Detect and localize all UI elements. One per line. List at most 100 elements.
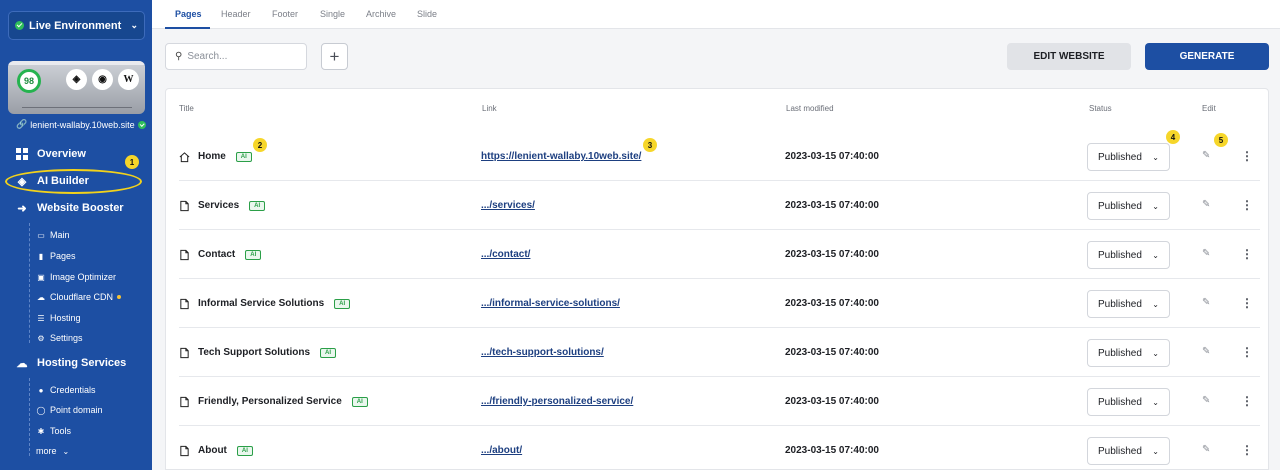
table-row[interactable]: Contact AI .../contact/ 2023-03-15 07:40:… bbox=[179, 230, 1260, 279]
tools-icon: ✱ bbox=[37, 426, 45, 436]
tab-archive[interactable]: Archive bbox=[366, 9, 396, 19]
page-title: Tech Support Solutions bbox=[198, 347, 311, 358]
more-options-icon[interactable]: ⋮ bbox=[1241, 198, 1253, 212]
sidebar-item-overview[interactable]: Overview bbox=[16, 148, 86, 160]
table-row[interactable]: Friendly, Personalized Service AI .../fri… bbox=[179, 377, 1260, 426]
page-title-cell[interactable]: Friendly, Personalized Service AI bbox=[198, 396, 368, 407]
sidebar-subitem-tools[interactable]: ✱ Tools bbox=[36, 426, 71, 436]
edit-icon[interactable]: ✎ bbox=[1202, 297, 1210, 308]
page-icon bbox=[180, 249, 189, 261]
status-dropdown[interactable]: Published ⌄ bbox=[1087, 143, 1170, 171]
sidebar-subitem-label: Tools bbox=[50, 426, 72, 436]
search-icon: ⚲ bbox=[175, 51, 183, 62]
page-link[interactable]: .../contact/ bbox=[481, 249, 530, 260]
column-header-last-modified: Last modified bbox=[786, 104, 834, 113]
page-title-cell[interactable]: Informal Service Solutions AI bbox=[198, 298, 351, 309]
environment-selector[interactable]: Live Environment ⌄ bbox=[8, 11, 145, 40]
page-title-cell[interactable]: Tech Support Solutions AI bbox=[198, 347, 337, 358]
edit-icon[interactable]: ✎ bbox=[1202, 248, 1210, 259]
status-dropdown[interactable]: Published ⌄ bbox=[1087, 241, 1170, 269]
chevron-down-icon: ⌄ bbox=[1152, 152, 1159, 162]
tab-slide[interactable]: Slide bbox=[417, 9, 437, 19]
callout-badge-4: 4 bbox=[1166, 130, 1180, 144]
sidebar-item-website-booster[interactable]: ➜ Website Booster bbox=[16, 202, 123, 215]
sidebar-more-toggle[interactable]: more ⌄ bbox=[36, 446, 69, 456]
tab-footer[interactable]: Footer bbox=[272, 9, 298, 19]
page-title: Informal Service Solutions bbox=[198, 298, 325, 309]
wordpress-icon[interactable]: W bbox=[118, 69, 139, 90]
page-link[interactable]: .../informal-service-solutions/ bbox=[481, 298, 620, 309]
tree-guide bbox=[29, 223, 30, 343]
tab-pages[interactable]: Pages bbox=[175, 9, 202, 19]
tab-header[interactable]: Header bbox=[221, 9, 251, 19]
sidebar-subitem-image-optimizer[interactable]: ▣ Image Optimizer bbox=[36, 272, 116, 282]
status-value: Published bbox=[1098, 151, 1142, 163]
site-domain-link[interactable]: 🔗 lenient-wallaby.10web.site bbox=[16, 119, 146, 130]
status-dropdown[interactable]: Published ⌄ bbox=[1087, 192, 1170, 220]
tab-single[interactable]: Single bbox=[320, 9, 345, 19]
chevron-down-icon: ⌄ bbox=[62, 446, 70, 456]
edit-icon[interactable]: ✎ bbox=[1202, 395, 1210, 406]
column-header-link: Link bbox=[482, 104, 497, 113]
edit-icon[interactable]: ✎ bbox=[1202, 444, 1210, 455]
table-row[interactable]: Informal Service Solutions AI .../informa… bbox=[179, 279, 1260, 328]
layers-icon[interactable]: ◈ bbox=[66, 69, 87, 90]
check-circle-icon bbox=[15, 21, 24, 30]
status-dropdown[interactable]: Published ⌄ bbox=[1087, 437, 1170, 465]
sidebar-subitem-point-domain[interactable]: ◯ Point domain bbox=[36, 405, 103, 415]
search-input[interactable]: ⚲ Search... bbox=[165, 43, 307, 70]
sidebar-subitem-pages[interactable]: ▮ Pages bbox=[36, 251, 76, 261]
sidebar-subitem-cloudflare-cdn[interactable]: ☁ Cloudflare CDN bbox=[36, 292, 122, 302]
tree-guide bbox=[29, 378, 30, 456]
edit-icon[interactable]: ✎ bbox=[1202, 199, 1210, 210]
ai-tag: AI bbox=[334, 298, 351, 309]
main-content: Pages Header Footer Single Archive Slide… bbox=[152, 0, 1280, 470]
edit-website-button[interactable]: EDIT WEBSITE bbox=[1007, 43, 1131, 70]
page-title-cell[interactable]: Home AI bbox=[198, 151, 252, 162]
more-options-icon[interactable]: ⋮ bbox=[1241, 394, 1253, 408]
more-options-icon[interactable]: ⋮ bbox=[1241, 296, 1253, 310]
site-preview[interactable]: 98 ◈ ◉ W bbox=[8, 61, 145, 114]
sidebar-subitem-main[interactable]: ▭ Main bbox=[36, 230, 69, 240]
sidebar-subitem-hosting[interactable]: ☰ Hosting bbox=[36, 313, 80, 323]
status-dropdown[interactable]: Published ⌄ bbox=[1087, 339, 1170, 367]
status-dropdown[interactable]: Published ⌄ bbox=[1087, 290, 1170, 318]
page-link[interactable]: https://lenient-wallaby.10web.site/ bbox=[481, 151, 641, 162]
status-value: Published bbox=[1098, 298, 1142, 310]
server-icon: ☰ bbox=[37, 313, 45, 323]
add-page-button[interactable]: + bbox=[321, 43, 348, 70]
eye-icon[interactable]: ◉ bbox=[92, 69, 113, 90]
cloud-icon: ☁ bbox=[37, 292, 45, 302]
page-title-cell[interactable]: About AI bbox=[198, 445, 253, 456]
sidebar-subitem-label: Settings bbox=[50, 333, 83, 343]
last-modified: 2023-03-15 07:40:00 bbox=[785, 347, 879, 358]
page-link[interactable]: .../services/ bbox=[481, 200, 535, 211]
more-options-icon[interactable]: ⋮ bbox=[1241, 345, 1253, 359]
page-title-cell[interactable]: Contact AI bbox=[198, 249, 262, 260]
more-options-icon[interactable]: ⋮ bbox=[1241, 247, 1253, 261]
status-value: Published bbox=[1098, 347, 1142, 359]
more-options-icon[interactable]: ⋮ bbox=[1241, 443, 1253, 457]
image-icon: ▣ bbox=[37, 272, 45, 282]
table-row[interactable]: Services AI .../services/ 2023-03-15 07:4… bbox=[179, 181, 1260, 230]
tab-bar: Pages Header Footer Single Archive Slide bbox=[152, 0, 1280, 29]
table-row[interactable]: Tech Support Solutions AI .../tech-suppor… bbox=[179, 328, 1260, 377]
status-dropdown[interactable]: Published ⌄ bbox=[1087, 388, 1170, 416]
sidebar-subitem-settings[interactable]: ⚙ Settings bbox=[36, 333, 83, 343]
generate-button[interactable]: GENERATE bbox=[1145, 43, 1269, 70]
sidebar-subitem-credentials[interactable]: ● Credentials bbox=[36, 385, 96, 395]
page-link[interactable]: .../friendly-personalized-service/ bbox=[481, 396, 633, 407]
chevron-down-icon: ⌄ bbox=[1152, 397, 1159, 407]
page-link[interactable]: .../about/ bbox=[481, 445, 522, 456]
edit-icon[interactable]: ✎ bbox=[1202, 150, 1210, 161]
last-modified: 2023-03-15 07:40:00 bbox=[785, 298, 879, 309]
more-options-icon[interactable]: ⋮ bbox=[1241, 149, 1253, 163]
edit-icon[interactable]: ✎ bbox=[1202, 346, 1210, 357]
table-row[interactable]: About AI .../about/ 2023-03-15 07:40:00 P… bbox=[179, 426, 1260, 470]
page-link[interactable]: .../tech-support-solutions/ bbox=[481, 347, 604, 358]
last-modified: 2023-03-15 07:40:00 bbox=[785, 249, 879, 260]
page-title-cell[interactable]: Services AI bbox=[198, 200, 266, 211]
table-row[interactable]: Home AI https://lenient-wallaby.10web.sit… bbox=[179, 132, 1260, 181]
sidebar-item-hosting-services[interactable]: ☁ Hosting Services bbox=[16, 357, 127, 370]
sidebar-subitem-label: Image Optimizer bbox=[50, 272, 117, 282]
